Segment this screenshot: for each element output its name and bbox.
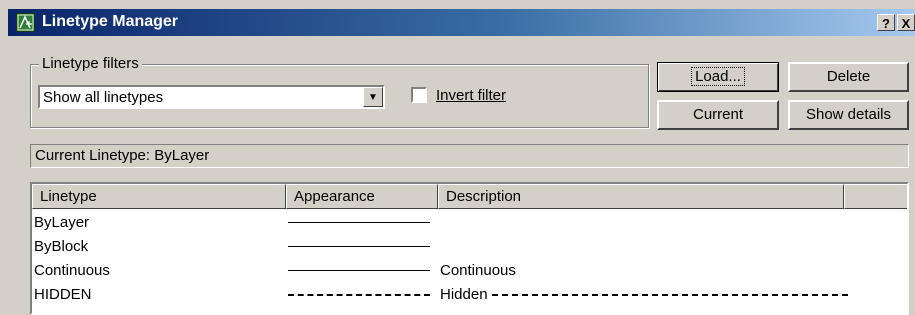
linetype-list[interactable]: Linetype Appearance Description ByLayer … (30, 182, 909, 315)
window-title: Linetype Manager (42, 13, 179, 30)
column-header-linetype[interactable]: Linetype (32, 184, 286, 209)
column-header-appearance[interactable]: Appearance (286, 184, 438, 209)
title-bar[interactable]: Linetype Manager ? X (8, 9, 915, 36)
help-button[interactable]: ? (877, 14, 895, 31)
current-button[interactable]: Current (657, 100, 779, 130)
dropdown-arrow-icon[interactable]: ▼ (363, 87, 383, 107)
linetype-filters-group: Linetype filters Show all linetypes ▼ In… (30, 55, 649, 128)
table-row[interactable]: Continuous Continuous (32, 259, 907, 283)
invert-filter-label[interactable]: Invert filter (436, 87, 506, 104)
current-linetype-readout: Current Linetype: ByLayer (30, 144, 909, 168)
filter-selected-value: Show all linetypes (43, 89, 164, 106)
load-button-label: Load... (691, 67, 745, 86)
group-label: Linetype filters (39, 55, 142, 72)
invert-filter-text: Invert filter (436, 87, 507, 104)
show-details-button[interactable]: Show details (788, 100, 909, 130)
list-header: Linetype Appearance Description (32, 184, 907, 209)
appearance-solid (288, 211, 430, 235)
linetype-description-with-dash: Hidden (440, 286, 848, 303)
table-row[interactable]: ByLayer (32, 211, 907, 235)
table-row[interactable]: ByBlock (32, 235, 907, 259)
appearance-solid (288, 259, 430, 283)
description-dash-sample (491, 294, 848, 297)
delete-button[interactable]: Delete (788, 62, 909, 92)
close-button[interactable]: X (897, 14, 915, 31)
column-header-spacer (844, 184, 907, 209)
load-button[interactable]: Load... (657, 62, 779, 92)
description-text: Hidden (440, 286, 488, 303)
linetype-name: Continuous (34, 262, 110, 279)
appearance-dashed (288, 283, 430, 307)
linetype-description: Continuous (440, 262, 516, 279)
appearance-solid (288, 235, 430, 259)
invert-filter-checkbox[interactable] (411, 87, 427, 103)
linetype-name: ByLayer (34, 214, 90, 231)
column-header-description[interactable]: Description (438, 184, 844, 209)
linetype-name: HIDDEN (34, 286, 92, 303)
linetype-name: ByBlock (34, 238, 89, 255)
linetype-manager-app-icon (16, 13, 35, 32)
table-row[interactable]: HIDDEN Hidden (32, 283, 907, 307)
linetype-filter-dropdown[interactable]: Show all linetypes ▼ (38, 85, 385, 109)
